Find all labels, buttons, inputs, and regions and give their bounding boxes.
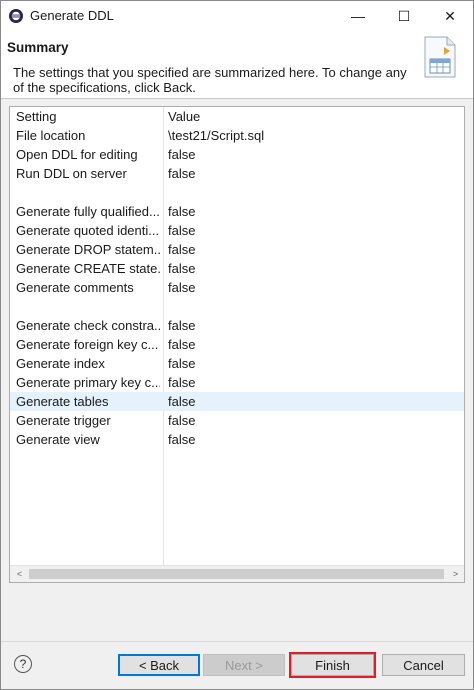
- column-header-value[interactable]: Value: [168, 109, 458, 124]
- window-title: Generate DDL: [30, 8, 114, 23]
- value-cell: false: [168, 147, 196, 162]
- maximize-icon: ☐: [397, 7, 411, 24]
- table-row[interactable]: Generate CREATE state... false: [10, 259, 464, 278]
- setting-cell: File location: [16, 128, 86, 143]
- table-row[interactable]: Generate fully qualified... false: [10, 202, 464, 221]
- table-row[interactable]: [10, 183, 464, 202]
- value-cell: false: [168, 432, 196, 447]
- eclipse-app-icon: [9, 9, 23, 23]
- table-row[interactable]: Run DDL on server false: [10, 164, 464, 183]
- ddl-document-icon: [424, 36, 456, 78]
- table-header-row: Setting Value: [10, 107, 464, 126]
- value-cell: false: [168, 204, 196, 219]
- value-cell: false: [168, 356, 196, 371]
- generate-ddl-dialog: Generate DDL — ☐ ✕ Summary The settings …: [0, 0, 474, 690]
- page-description: The settings that you specified are summ…: [13, 65, 407, 95]
- setting-cell: Generate index: [16, 356, 105, 371]
- value-cell: false: [168, 413, 196, 428]
- setting-cell: Generate trigger: [16, 413, 111, 428]
- finish-button[interactable]: Finish: [289, 652, 376, 678]
- value-cell: false: [168, 223, 196, 238]
- setting-cell: Generate check constra...: [16, 318, 160, 333]
- footer-separator: [1, 641, 473, 642]
- setting-cell: Generate fully qualified...: [16, 204, 160, 219]
- table-row[interactable]: Generate trigger false: [10, 411, 464, 430]
- minimize-button[interactable]: —: [335, 1, 381, 31]
- title-bar[interactable]: Generate DDL — ☐ ✕: [1, 1, 473, 31]
- scroll-right-icon[interactable]: >: [447, 566, 464, 582]
- setting-cell: Generate comments: [16, 280, 134, 295]
- cancel-button[interactable]: Cancel: [382, 654, 465, 676]
- setting-cell: Generate DROP statem...: [16, 242, 160, 257]
- setting-cell: Generate quoted identi...: [16, 223, 160, 238]
- table-row[interactable]: [10, 297, 464, 316]
- setting-cell: Generate foreign key c...: [16, 337, 159, 352]
- table-row[interactable]: Generate check constra... false: [10, 316, 464, 335]
- maximize-button[interactable]: ☐: [381, 1, 427, 31]
- horizontal-scrollbar[interactable]: < >: [10, 565, 464, 582]
- back-button-label: < Back: [138, 657, 180, 673]
- setting-cell: Generate primary key c...: [16, 375, 160, 390]
- page-title: Summary: [7, 40, 69, 55]
- next-button-label: Next >: [225, 657, 263, 673]
- table-row[interactable]: Open DDL for editing false: [10, 145, 464, 164]
- table-row[interactable]: Generate index false: [10, 354, 464, 373]
- setting-cell: Open DDL for editing: [16, 147, 138, 162]
- table-row[interactable]: File location \test21/Script.sql: [10, 126, 464, 145]
- back-button[interactable]: < Back: [118, 654, 200, 676]
- table-row[interactable]: Generate quoted identi... false: [10, 221, 464, 240]
- summary-table[interactable]: Setting Value File location \test21/Scrip…: [9, 106, 465, 583]
- table-row[interactable]: Generate comments false: [10, 278, 464, 297]
- setting-cell: Generate view: [16, 432, 100, 447]
- value-cell: false: [168, 280, 196, 295]
- help-icon[interactable]: ?: [14, 655, 32, 673]
- setting-cell: Generate tables: [16, 394, 109, 409]
- finish-button-label: Finish: [315, 657, 350, 673]
- value-cell: false: [168, 242, 196, 257]
- close-icon: ✕: [444, 7, 456, 24]
- close-button[interactable]: ✕: [427, 1, 473, 31]
- table-row[interactable]: Generate primary key c... false: [10, 373, 464, 392]
- value-cell: false: [168, 394, 196, 409]
- wizard-header: Summary The settings that you specified …: [1, 31, 473, 99]
- setting-cell: Generate CREATE state...: [16, 261, 160, 276]
- table-row[interactable]: Generate foreign key c... false: [10, 335, 464, 354]
- value-cell: \test21/Script.sql: [168, 128, 265, 143]
- value-cell: false: [168, 375, 196, 390]
- cancel-button-label: Cancel: [403, 657, 444, 673]
- minimize-icon: —: [351, 8, 365, 24]
- table-row[interactable]: Generate DROP statem... false: [10, 240, 464, 259]
- next-button[interactable]: Next >: [203, 654, 285, 676]
- setting-cell: Run DDL on server: [16, 166, 127, 181]
- table-row[interactable]: Generate tables false: [10, 392, 464, 411]
- value-cell: false: [168, 337, 196, 352]
- column-header-setting[interactable]: Setting: [16, 109, 160, 124]
- value-cell: false: [168, 318, 196, 333]
- scroll-left-icon[interactable]: <: [11, 566, 28, 582]
- value-cell: false: [168, 166, 196, 181]
- value-cell: false: [168, 261, 196, 276]
- scrollbar-thumb[interactable]: [29, 569, 444, 579]
- table-row[interactable]: Generate view false: [10, 430, 464, 449]
